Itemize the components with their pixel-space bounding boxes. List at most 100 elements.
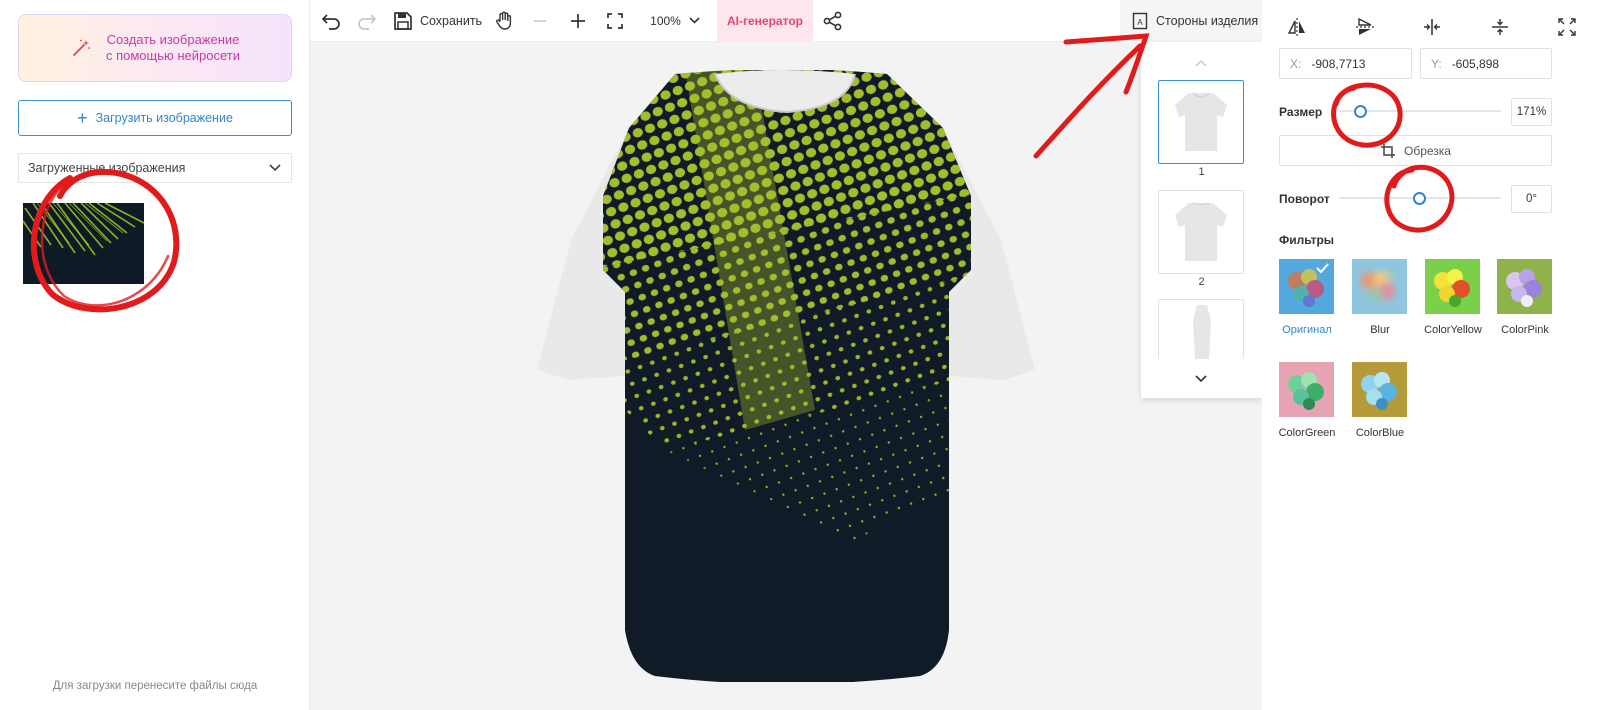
y-label: Y: (1431, 56, 1442, 71)
hand-icon (496, 11, 512, 30)
top-toolbar: Сохранить 100% AI-генератор A Стороны из… (310, 0, 1262, 42)
zoom-value: 100% (650, 13, 681, 28)
drop-files-hint: Для загрузки перенесите файлы сюда (52, 680, 258, 692)
size-value[interactable]: 171% (1511, 98, 1552, 126)
redo-icon (358, 13, 377, 30)
ai-card-text: Создать изображение с помощью нейросети (106, 32, 240, 64)
ai-create-image-card[interactable]: Создать изображение с помощью нейросети (18, 14, 292, 82)
flip-horizontal-icon (1287, 18, 1305, 36)
plus-icon: + (77, 108, 88, 128)
hand-tool-button[interactable] (487, 0, 521, 42)
filter-name: ColorYellow (1424, 324, 1482, 336)
filter-preview-blur (1352, 259, 1407, 314)
chevron-up-icon[interactable] (1191, 56, 1211, 70)
stretch-full-button[interactable] (1552, 12, 1582, 42)
share-button[interactable] (815, 0, 851, 42)
fit-screen-button[interactable] (597, 0, 633, 42)
filter-blur[interactable]: Blur (1352, 259, 1408, 336)
center-horizontal-button[interactable] (1417, 12, 1447, 42)
filters-label: Фильтры (1279, 233, 1335, 247)
side-number: 1 (1198, 166, 1205, 178)
size-slider[interactable] (1339, 105, 1501, 118)
x-value: -908,7713 (1311, 56, 1366, 71)
filter-preview-colorgreen (1279, 362, 1334, 417)
rotation-label: Поворот (1279, 192, 1330, 206)
x-coordinate-field[interactable]: X: -908,7713 (1279, 48, 1412, 79)
side-thumbnail-sleeve[interactable] (1158, 299, 1244, 359)
y-value: -605,898 (1451, 56, 1500, 71)
side-thumbnail-back[interactable] (1158, 190, 1244, 274)
tshirt-mockup[interactable] (525, 70, 1047, 682)
save-button[interactable]: Сохранить (387, 0, 487, 42)
design-canvas[interactable] (310, 42, 1262, 710)
filter-coloryellow[interactable]: ColorYellow (1424, 259, 1482, 336)
center-vertical-button[interactable] (1485, 12, 1515, 42)
svg-text:A: A (1137, 18, 1143, 27)
share-icon (823, 11, 842, 30)
redo-button[interactable] (349, 0, 385, 42)
ai-generator-tab[interactable]: AI-генератор (717, 0, 813, 42)
upload-image-button[interactable]: + Загрузить изображение (18, 100, 292, 136)
y-coordinate-field[interactable]: Y: -605,898 (1420, 48, 1552, 79)
expand-icon (1558, 18, 1576, 36)
undo-icon (321, 13, 340, 30)
ai-card-line2: с помощью нейросети (105, 48, 241, 63)
uploaded-images-label: Загруженные изображения (28, 161, 186, 175)
filter-colorpink[interactable]: ColorPink (1497, 259, 1553, 336)
uploaded-images-dropdown[interactable]: Загруженные изображения (18, 153, 292, 183)
filter-preview-colorpink (1497, 259, 1552, 314)
editor-app: Создать изображение с помощью нейросети … (0, 0, 1600, 710)
filter-colorgreen[interactable]: ColorGreen (1279, 362, 1335, 439)
left-sidebar: Создать изображение с помощью нейросети … (0, 0, 310, 710)
rotation-value[interactable]: 0° (1511, 185, 1552, 213)
size-label: Размер (1279, 105, 1323, 119)
ai-card-line1: Создать изображение (106, 32, 240, 47)
chevron-down-icon (689, 17, 700, 24)
side-thumbnail-front[interactable] (1158, 80, 1244, 164)
align-center-horizontal-icon (1424, 19, 1440, 35)
filter-preview-original (1279, 259, 1334, 314)
filter-name: ColorBlue (1355, 427, 1405, 439)
filter-name: ColorGreen (1278, 427, 1336, 439)
save-icon (394, 11, 412, 30)
zoom-select[interactable]: 100% (639, 0, 711, 42)
rotation-slider-knob[interactable] (1413, 192, 1426, 205)
chevron-down-icon (269, 164, 281, 172)
filter-name: ColorPink (1501, 324, 1549, 336)
rotation-slider[interactable] (1339, 192, 1501, 205)
filter-original[interactable]: Оригинал (1279, 259, 1335, 336)
upload-image-label: Загрузить изображение (95, 111, 233, 125)
undo-button[interactable] (313, 0, 349, 42)
align-center-vertical-icon (1491, 19, 1508, 35)
filter-colorblue[interactable]: ColorBlue (1352, 362, 1408, 439)
size-slider-knob[interactable] (1354, 105, 1367, 118)
tshirt-back-thumb (1175, 202, 1227, 261)
properties-panel: X: -908,7713 Y: -605,898 Размер 171% Обр… (1262, 0, 1600, 710)
side-number: 2 (1198, 276, 1205, 288)
flip-horizontal-button[interactable] (1282, 12, 1312, 42)
uploaded-image-thumbnail[interactable] (23, 203, 144, 284)
zoom-in-icon (571, 13, 585, 28)
tshirt-sleeve-thumb (1193, 304, 1211, 359)
alignment-toolbar (1282, 12, 1582, 42)
product-sides-panel: 1 2 (1141, 42, 1262, 398)
save-label: Сохранить (419, 13, 483, 28)
sides-label: Стороны изделия (1156, 14, 1259, 28)
tshirt-front-thumb (1175, 92, 1227, 151)
flip-vertical-icon (1355, 17, 1374, 35)
product-sides-toggle[interactable]: A Стороны изделия (1120, 0, 1262, 42)
chevron-down-icon[interactable] (1191, 372, 1211, 386)
x-label: X: (1290, 56, 1302, 71)
crop-button[interactable]: Обрезка (1279, 135, 1552, 166)
sides-icon: A (1132, 12, 1148, 30)
filter-name: Blur (1370, 324, 1390, 336)
uploaded-pattern-image (23, 203, 144, 284)
filter-name: Оригинал (1282, 324, 1332, 336)
crop-label: Обрезка (1404, 143, 1451, 158)
zoom-out-button[interactable] (521, 0, 559, 42)
zoom-in-button[interactable] (559, 0, 597, 42)
filter-preview-colorblue (1352, 362, 1407, 417)
crop-icon (1381, 143, 1395, 158)
fit-screen-icon (607, 12, 623, 29)
flip-vertical-button[interactable] (1350, 12, 1380, 42)
